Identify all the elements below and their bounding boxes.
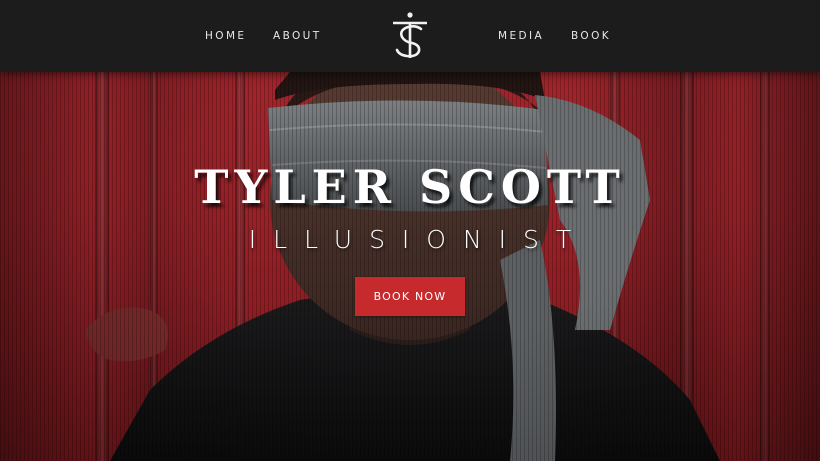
hero-subtitle: ILLUSIONIST xyxy=(248,225,589,254)
book-now-button[interactable]: BOOK NOW xyxy=(355,277,465,316)
nav-home-link[interactable]: HOME xyxy=(205,30,246,42)
hero-title: TYLER SCOTT xyxy=(194,160,626,214)
top-navbar: HOME ABOUT MEDIA BOOK xyxy=(0,0,820,72)
nav-about-link[interactable]: ABOUT xyxy=(273,30,322,42)
ts-monogram-logo-icon[interactable] xyxy=(388,10,432,62)
nav-media-link[interactable]: MEDIA xyxy=(498,30,544,42)
nav-book-link[interactable]: BOOK xyxy=(571,30,611,42)
